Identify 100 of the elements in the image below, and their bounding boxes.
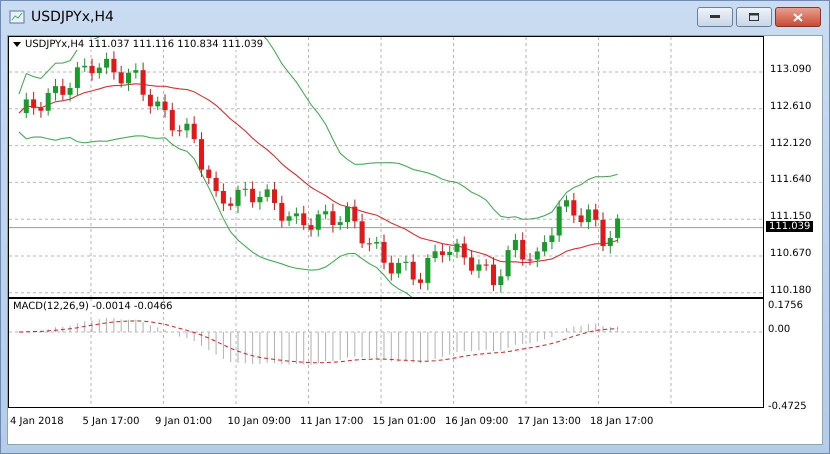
candlestick (133, 62, 138, 80)
candlestick (534, 246, 540, 268)
candlestick (118, 65, 124, 88)
candlestick (542, 234, 548, 256)
candlestick (608, 230, 613, 254)
candlestick (31, 91, 36, 116)
candlestick (220, 182, 226, 212)
candlestick (440, 243, 445, 264)
candlestick (454, 238, 460, 258)
candlestick (228, 196, 234, 211)
candlestick (192, 116, 197, 144)
time-axis-label: 18 Jan 17:00 (590, 416, 654, 429)
price-axis-label: 113.090 (770, 64, 812, 75)
candlestick (104, 52, 110, 75)
candlestick (366, 237, 372, 252)
candlestick (286, 210, 292, 226)
candlestick (462, 236, 467, 266)
candlestick (111, 50, 116, 80)
time-axis-label: 16 Jan 09:00 (445, 416, 510, 429)
candlestick (308, 218, 314, 238)
candlestick (236, 185, 240, 214)
current-price-label: 111.039 (766, 220, 814, 232)
dropdown-triangle-icon[interactable] (13, 42, 21, 48)
ohlc-values: 111.037 111.116 110.834 111.039 (88, 39, 264, 50)
candlestick (184, 118, 190, 138)
restore-icon (749, 13, 759, 21)
candlestick (68, 82, 73, 102)
time-axis-label: 9 Jan 01:00 (155, 416, 213, 429)
candlestick (206, 164, 212, 185)
candlestick (155, 96, 160, 111)
chart-window-icon (9, 10, 25, 24)
macd-label: MACD(12,26,9) -0.0014 -0.0466 (13, 301, 173, 312)
chart-symbol: USDJPYx,H4 (25, 39, 84, 50)
price-axis-label: 112.120 (770, 138, 812, 149)
candlestick (60, 78, 66, 101)
time-axis-label: 11 Jan 17:00 (300, 416, 364, 429)
candlestick (140, 62, 146, 102)
candlestick (126, 68, 131, 92)
close-icon (793, 12, 803, 22)
candlestick (549, 227, 554, 250)
candlestick (571, 192, 576, 224)
candlestick (564, 194, 569, 212)
candlestick (374, 236, 380, 250)
candlestick (396, 258, 402, 278)
candlestick (528, 252, 532, 266)
minimize-icon (710, 15, 720, 19)
candlestick (272, 182, 277, 211)
time-axis-label: 5 Jan 17:00 (82, 416, 140, 429)
candlestick (382, 234, 386, 270)
candlestick (214, 171, 219, 198)
candlestick (170, 102, 175, 137)
candlestick (352, 199, 358, 229)
candlestick (38, 101, 44, 118)
candlestick (556, 200, 562, 242)
candlestick (425, 254, 430, 291)
price-axis-label: 110.670 (770, 248, 812, 259)
candlestick (279, 195, 284, 228)
candlestick (257, 190, 262, 210)
candlestick (418, 272, 423, 290)
candlestick (323, 204, 328, 220)
candlestick (410, 254, 416, 286)
candlestick (162, 94, 168, 118)
candlestick (294, 207, 299, 224)
candlestick (46, 88, 51, 116)
candlestick (593, 203, 598, 228)
candlestick (578, 208, 584, 228)
candlestick (177, 124, 182, 137)
candlestick (476, 258, 482, 279)
candlestick (74, 61, 80, 96)
candlestick (360, 213, 365, 248)
candlestick (199, 132, 204, 178)
close-button[interactable] (775, 7, 821, 27)
candlestick (301, 205, 306, 230)
price-axis-label: 112.610 (770, 100, 812, 112)
candlestick (388, 255, 394, 282)
candlestick (53, 78, 58, 101)
candlestick (447, 245, 452, 262)
minimize-button[interactable] (697, 7, 733, 27)
candlestick (242, 181, 248, 197)
window-title: USDJPYx,H4 (31, 9, 115, 25)
time-axis-label: 10 Jan 09:00 (228, 416, 292, 429)
price-axis-label: 111.640 (770, 174, 812, 186)
candlestick (330, 203, 336, 234)
candlestick (338, 215, 343, 231)
price-axis-label: 111.150 (770, 211, 812, 222)
candlestick (432, 244, 438, 263)
candlestick (600, 212, 606, 252)
macd-axis-label: -0.4725 (768, 401, 807, 412)
macd-axis-label: 0.1756 (768, 300, 803, 311)
candlestick (615, 214, 620, 244)
candlestick (148, 88, 153, 114)
time-axis-label: 4 Jan 2018 (10, 416, 65, 429)
candlestick (403, 255, 408, 271)
candlestick (484, 258, 489, 272)
candlestick (250, 180, 256, 208)
price-axis-label: 110.180 (770, 284, 812, 296)
time-axis-label: 17 Jan 13:00 (518, 416, 582, 429)
restore-button[interactable] (736, 7, 772, 27)
candlestick (512, 233, 518, 258)
time-axis-label: 15 Jan 01:00 (372, 416, 437, 429)
